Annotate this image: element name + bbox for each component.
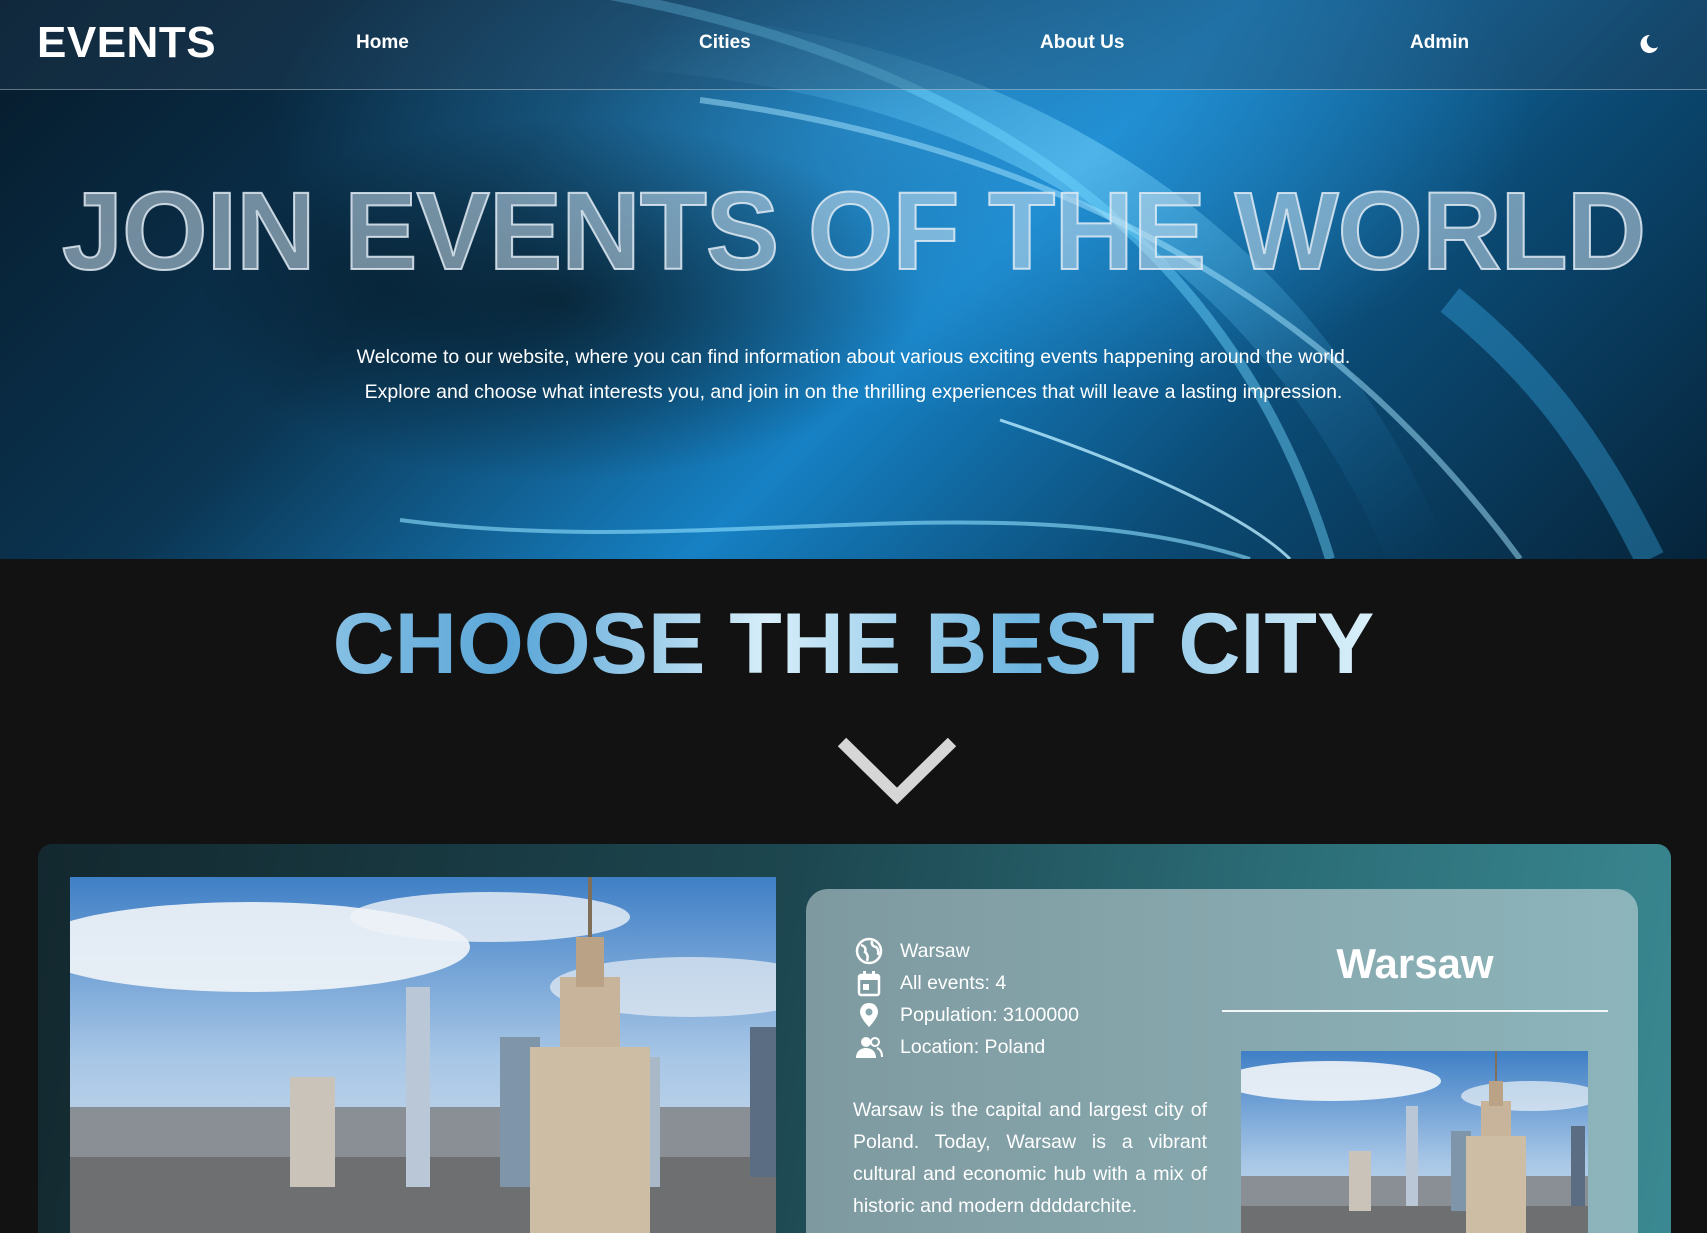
calendar-icon [857, 971, 881, 997]
info-location: Location: Poland [900, 1036, 1046, 1058]
chevron-down-icon[interactable] [836, 736, 958, 806]
info-population: Population: 3100000 [900, 1004, 1079, 1026]
hero-intro-line-1: Welcome to our website, where you can fi… [356, 346, 1351, 368]
globe-icon [855, 937, 883, 965]
city-thumbnail[interactable] [1241, 1051, 1588, 1233]
people-icon [856, 1037, 883, 1058]
hero-banner: EVENTS Home Cities About Us Admin JOIN E… [0, 0, 1707, 559]
location-pin-icon [860, 1003, 878, 1027]
info-city-name: Warsaw [900, 940, 970, 962]
city-name-heading: Warsaw [1336, 940, 1494, 987]
brand-logo[interactable]: EVENTS [37, 18, 216, 68]
navbar: EVENTS Home Cities About Us Admin [0, 0, 1707, 90]
section-title: CHOOSE THE BEST CITY [0, 594, 1707, 694]
city-description: Warsaw is the capital and largest city o… [853, 1099, 1207, 1217]
nav-link-admin[interactable]: Admin [1410, 32, 1469, 54]
hero-intro-line-2: Explore and choose what interests you, a… [364, 381, 1343, 403]
city-photo [70, 877, 776, 1233]
info-events-count: All events: 4 [900, 972, 1007, 994]
info-row-location: Location: Poland [855, 1032, 1045, 1062]
nav-link-cities[interactable]: Cities [699, 32, 751, 54]
divider [1222, 1010, 1608, 1012]
nav-link-home[interactable]: Home [356, 32, 409, 54]
hero-title: JOIN EVENTS OF THE WORLD [61, 170, 1647, 293]
nav-link-about-us[interactable]: About Us [1040, 32, 1124, 54]
info-row-name: Warsaw [855, 936, 970, 966]
info-row-events: All events: 4 [855, 968, 1006, 998]
moon-icon[interactable] [1638, 33, 1660, 55]
info-row-population: Population: 3100000 [855, 1000, 1079, 1030]
hero-intro-text: Welcome to our website, where you can fi… [303, 340, 1404, 410]
